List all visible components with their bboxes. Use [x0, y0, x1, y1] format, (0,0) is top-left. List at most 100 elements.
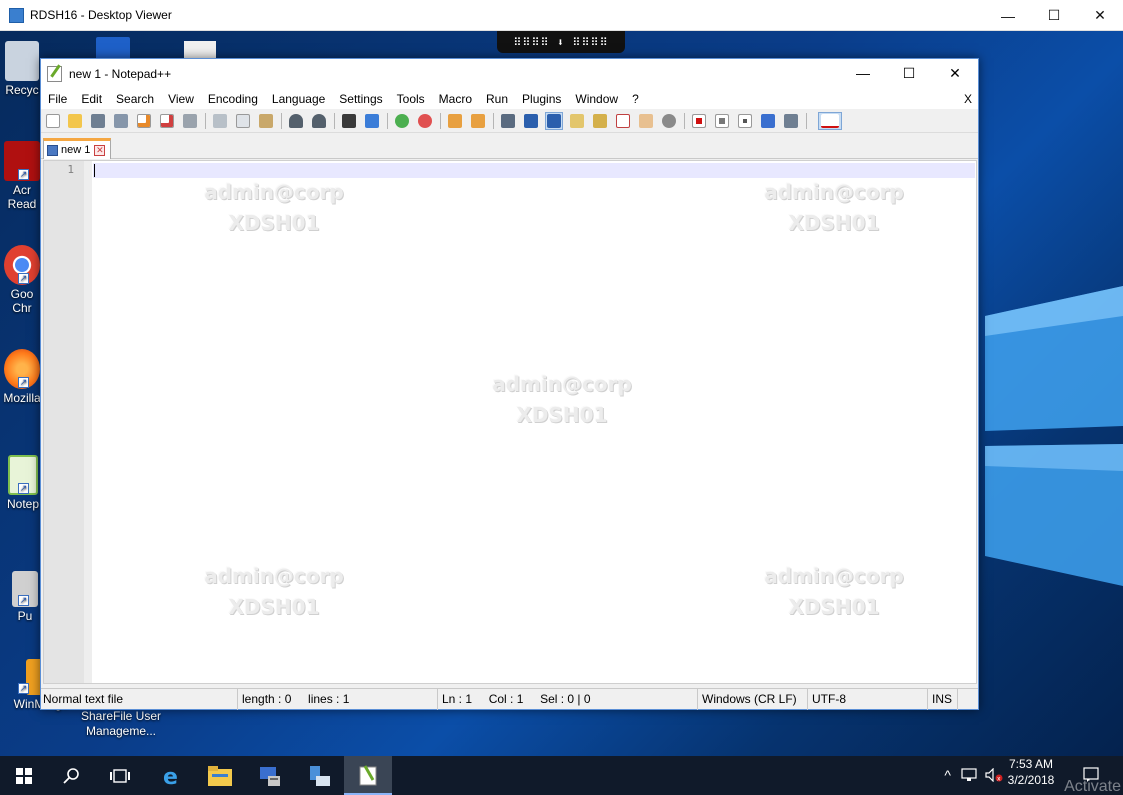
viewer-minimize-button[interactable]: — — [985, 0, 1031, 31]
folder-workspace-icon[interactable] — [637, 112, 655, 130]
menu-run[interactable]: Run — [479, 89, 515, 109]
menu-search[interactable]: Search — [109, 89, 161, 109]
tabbar: new 1 ✕ — [41, 135, 978, 159]
status-encoding[interactable]: UTF-8 — [810, 689, 928, 710]
indent-guide-icon[interactable] — [545, 112, 563, 130]
fold-margin[interactable] — [84, 161, 92, 683]
menu-edit[interactable]: Edit — [74, 89, 109, 109]
watermark: admin@corp XDSH01 — [744, 561, 924, 623]
watermark-host: XDSH01 — [228, 595, 320, 619]
task-view-icon[interactable] — [96, 756, 144, 795]
menu-language[interactable]: Language — [265, 89, 332, 109]
file-explorer-icon[interactable] — [196, 756, 244, 795]
spell-check-icon[interactable] — [818, 112, 842, 130]
watermark-host: XDSH01 — [788, 211, 880, 235]
menu-window[interactable]: Window — [568, 89, 625, 109]
desktop-icon-putty[interactable]: Pu ↗ — [10, 571, 40, 623]
server-manager-icon[interactable] — [246, 756, 294, 795]
editor-area[interactable]: 1 admin@corp XDSH01 admin@corp XDSH01 ad… — [43, 160, 977, 684]
find-icon[interactable] — [340, 112, 358, 130]
print-icon[interactable] — [181, 112, 199, 130]
desktop-icon-recycle-bin[interactable]: Recyc — [2, 41, 42, 97]
viewer-maximize-button[interactable]: ☐ — [1031, 0, 1077, 31]
menu-view[interactable]: View — [161, 89, 201, 109]
toolbar-separator — [493, 113, 494, 129]
tab-new-1[interactable]: new 1 ✕ — [43, 138, 111, 159]
show-all-chars-icon[interactable] — [522, 112, 540, 130]
user-lang-icon[interactable] — [568, 112, 586, 130]
tab-close-icon[interactable]: ✕ — [94, 144, 106, 156]
network-icon[interactable] — [296, 756, 344, 795]
clock-time: 7:53 AM — [1008, 757, 1054, 771]
new-file-icon[interactable] — [44, 112, 62, 130]
playback-macro-icon[interactable] — [736, 112, 754, 130]
menu-plugins[interactable]: Plugins — [515, 89, 568, 109]
cut-icon[interactable] — [211, 112, 229, 130]
monitoring-icon[interactable] — [660, 112, 678, 130]
desktop-icon-google-chrome[interactable]: Goo Chr ↗ — [4, 245, 40, 315]
status-insert-mode[interactable]: INS — [930, 689, 958, 710]
close-all-icon[interactable] — [158, 112, 176, 130]
menu-tools[interactable]: Tools — [390, 89, 432, 109]
menu-help[interactable]: ? — [625, 89, 646, 109]
paste-icon[interactable] — [257, 112, 275, 130]
desktop-icon-mozilla-firefox[interactable]: Mozilla ↗ — [2, 349, 42, 405]
record-macro-icon[interactable] — [690, 112, 708, 130]
copy-icon[interactable] — [234, 112, 252, 130]
menu-macro[interactable]: Macro — [432, 89, 479, 109]
menu-encoding[interactable]: Encoding — [201, 89, 265, 109]
function-list-icon[interactable] — [614, 112, 632, 130]
tray-overflow-icon[interactable]: ^ — [944, 767, 951, 783]
toolbar-separator — [684, 113, 685, 129]
status-position: Ln : 1 Col : 1 Sel : 0 | 0 — [440, 689, 698, 710]
svg-text:e: e — [163, 765, 178, 788]
run-macro-multiple-icon[interactable] — [759, 112, 777, 130]
doc-map-icon[interactable] — [591, 112, 609, 130]
desktop-icon-label: Recyc — [5, 83, 39, 97]
desktop-icon-acrobat-reader[interactable]: Acr Read ↗ — [4, 141, 40, 211]
close-document-button[interactable]: X — [964, 89, 972, 109]
watermark-user: admin@corp — [764, 564, 904, 588]
redo-icon[interactable] — [310, 112, 328, 130]
tray-network-icon[interactable] — [961, 768, 977, 785]
notepadpp-titlebar[interactable]: new 1 - Notepad++ — ☐ ✕ — [41, 59, 978, 89]
watermark-user: admin@corp — [764, 180, 904, 204]
zoom-in-icon[interactable] — [393, 112, 411, 130]
ie-icon[interactable]: e — [148, 756, 196, 795]
menu-file[interactable]: File — [41, 89, 74, 109]
status-length: length : 0 — [242, 692, 292, 706]
save-macro-icon[interactable] — [782, 112, 800, 130]
desktop-icon-label: Mozilla — [3, 391, 41, 405]
desktop-icon-notepadpp[interactable]: Notep ↗ — [6, 455, 40, 511]
watermark-host: XDSH01 — [788, 595, 880, 619]
npp-maximize-button[interactable]: ☐ — [886, 59, 932, 87]
shortcut-arrow-icon: ↗ — [18, 273, 29, 284]
word-wrap-icon[interactable] — [499, 112, 517, 130]
connection-bar[interactable]: ⠿⠿⠿⠿ ⬇ ⠿⠿⠿⠿ — [497, 31, 625, 53]
status-length-lines: length : 0 lines : 1 — [240, 689, 438, 710]
save-state-icon — [47, 144, 58, 156]
stop-record-icon[interactable] — [713, 112, 731, 130]
sync-vertical-icon[interactable] — [446, 112, 464, 130]
npp-minimize-button[interactable]: — — [840, 59, 886, 87]
zoom-out-icon[interactable] — [416, 112, 434, 130]
notepadpp-icon[interactable] — [344, 756, 392, 795]
save-icon[interactable] — [89, 112, 107, 130]
open-file-icon[interactable] — [66, 112, 84, 130]
replace-icon[interactable] — [363, 112, 381, 130]
toolbar-separator — [281, 113, 282, 129]
menu-settings[interactable]: Settings — [332, 89, 389, 109]
search-icon[interactable] — [48, 756, 96, 795]
start-icon[interactable] — [0, 756, 48, 795]
clock[interactable]: 7:53 AM 3/2/2018 — [1001, 756, 1061, 788]
status-ln: Ln : 1 — [442, 692, 473, 706]
save-all-icon[interactable] — [112, 112, 130, 130]
undo-icon[interactable] — [287, 112, 305, 130]
viewer-close-button[interactable]: ✕ — [1077, 0, 1123, 31]
close-icon[interactable] — [135, 112, 153, 130]
status-eol[interactable]: Windows (CR LF) — [700, 689, 808, 710]
notepadpp-icon — [47, 66, 62, 82]
sync-horizontal-icon[interactable] — [469, 112, 487, 130]
status-col: Col : 1 — [488, 692, 524, 706]
npp-close-button[interactable]: ✕ — [932, 59, 978, 87]
